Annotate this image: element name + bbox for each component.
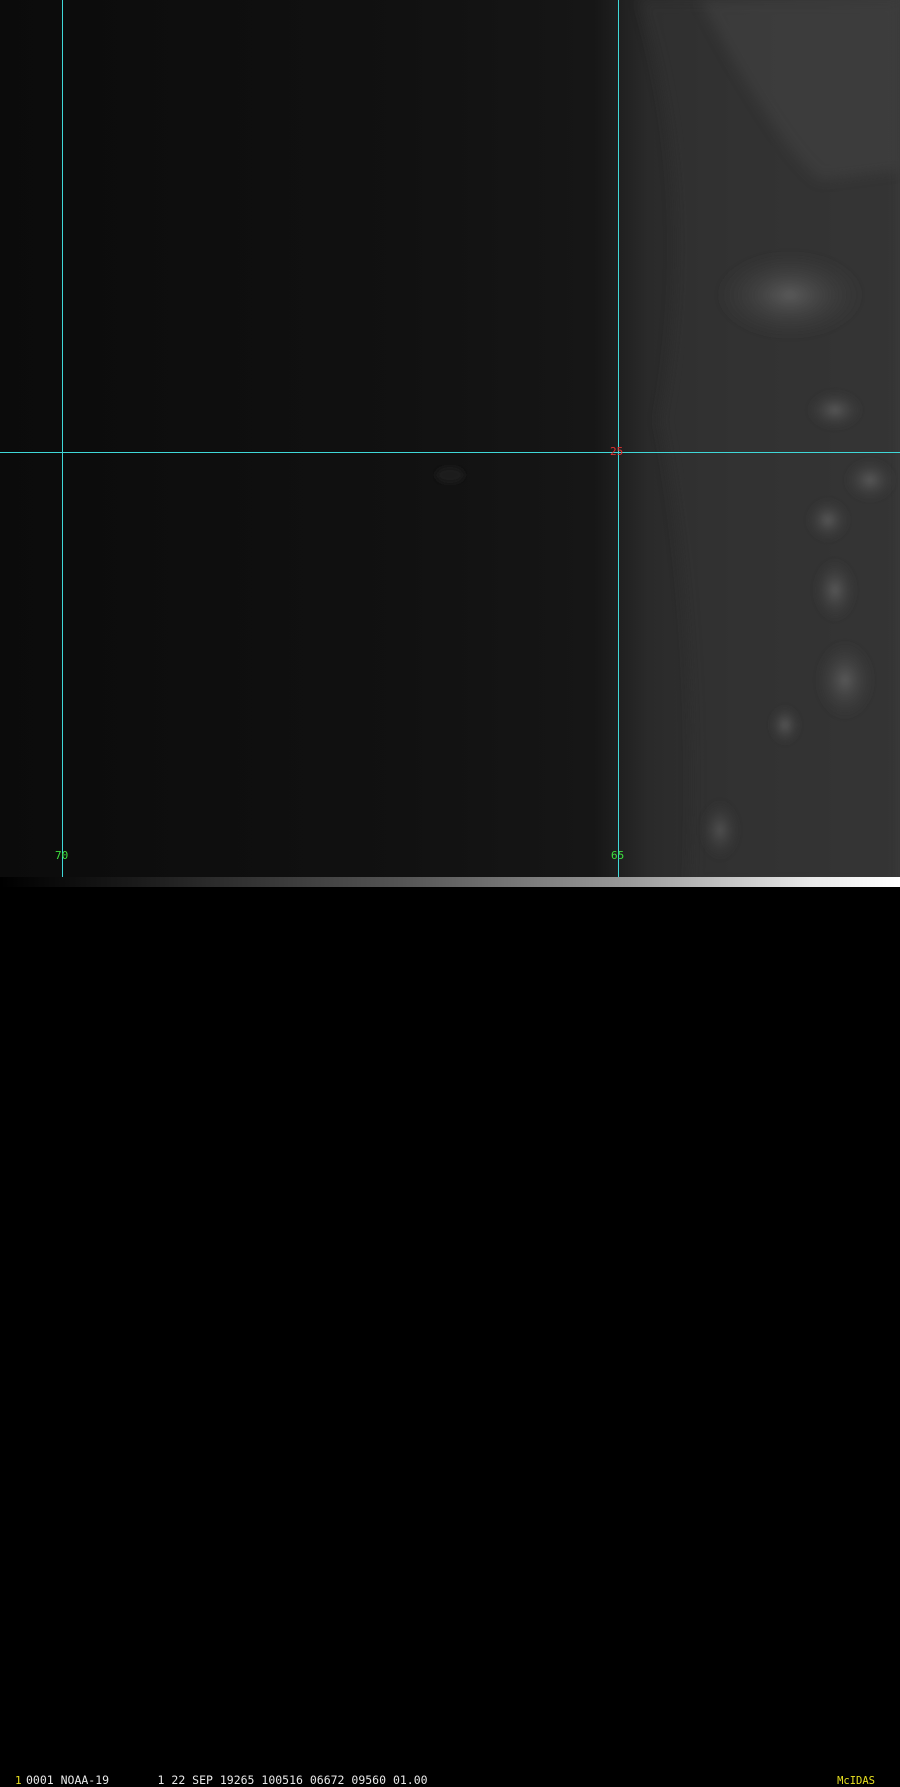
grayscale-ramp bbox=[0, 877, 900, 887]
image-info-text: 0001 NOAA-19 1 22 SEP 19265 100516 06672… bbox=[26, 1773, 428, 1787]
longitude-line-70 bbox=[62, 0, 63, 887]
latitude-line-25 bbox=[0, 452, 900, 453]
longitude-line-65 bbox=[618, 0, 619, 887]
latitude-label-25: 25 bbox=[610, 445, 624, 458]
longitude-label-65: 65 bbox=[611, 849, 625, 862]
satellite-image: 25 70 65 bbox=[0, 0, 900, 887]
longitude-label-70: 70 bbox=[55, 849, 69, 862]
cloud-field bbox=[0, 0, 900, 887]
status-bar: 1 0001 NOAA-19 1 22 SEP 19265 100516 066… bbox=[0, 887, 900, 1787]
frame-number: 1 bbox=[15, 1774, 22, 1787]
mcidas-brand: McIDAS bbox=[837, 1775, 875, 1787]
